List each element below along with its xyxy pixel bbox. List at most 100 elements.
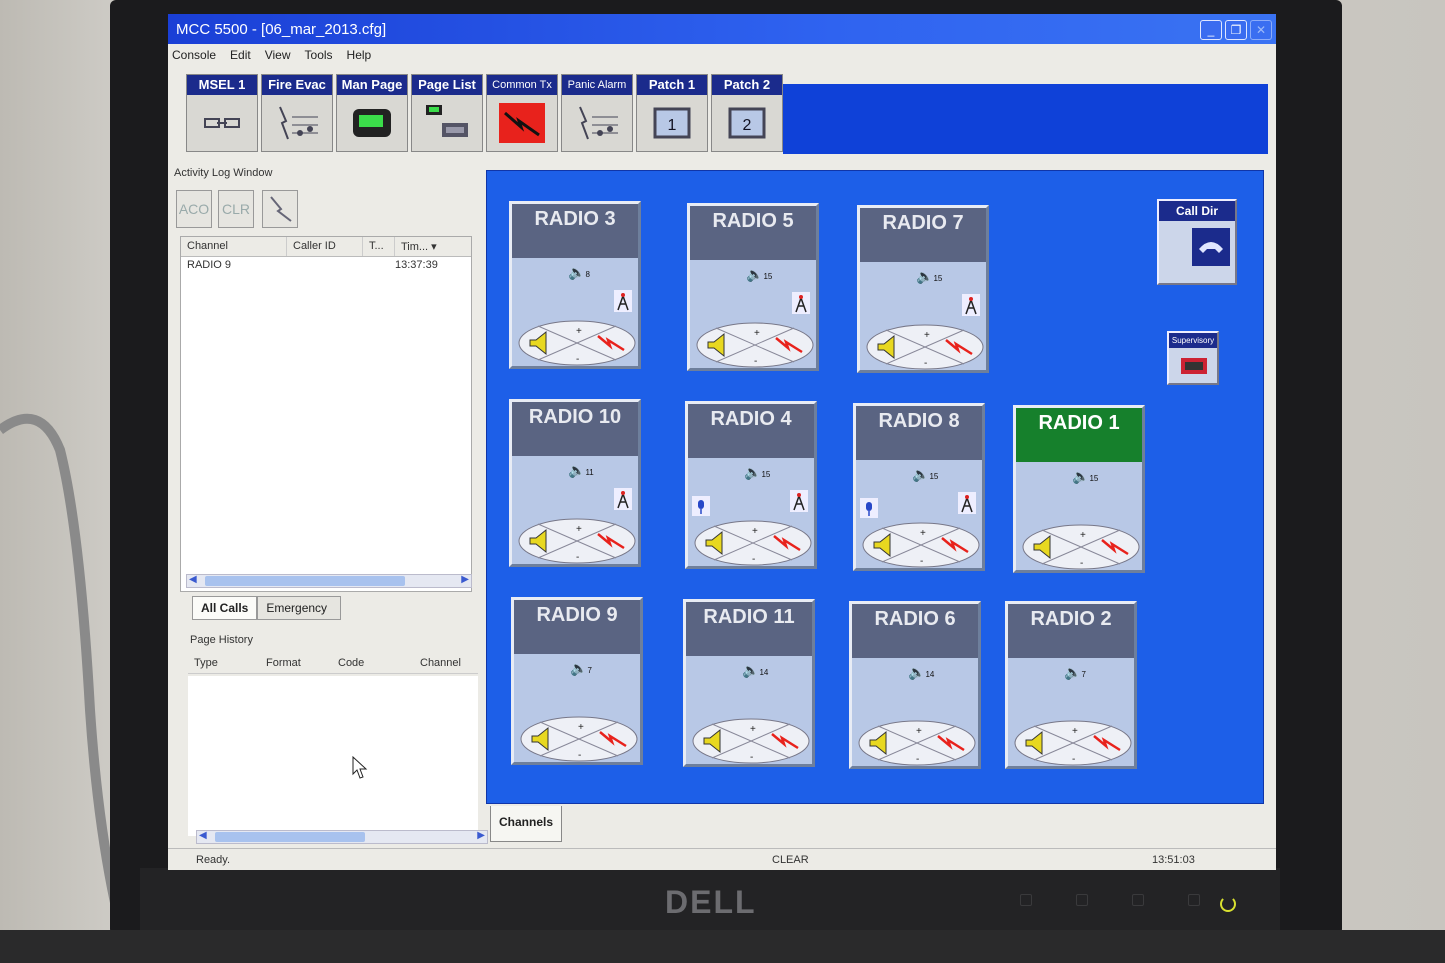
radio-tile-radio-3[interactable]: RADIO 3 🔈8 + -: [509, 201, 641, 369]
volume-indicator[interactable]: 🔈15: [916, 268, 942, 285]
scroll-left-icon[interactable]: ◀: [199, 830, 207, 841]
volume-level: 15: [933, 274, 943, 283]
page-history-header: Type Format Code Channel: [188, 654, 478, 674]
radio-tower-icon[interactable]: [792, 292, 810, 314]
radio-tile-radio-5[interactable]: RADIO 5 🔈15 + -: [687, 203, 819, 371]
restore-button[interactable]: ❐: [1225, 20, 1247, 40]
menu-help[interactable]: Help: [347, 48, 372, 66]
svg-text:-: -: [916, 754, 919, 765]
radio-control-oval[interactable]: +-: [866, 324, 984, 370]
tab-emergency[interactable]: Emergency: [257, 596, 342, 620]
column-time[interactable]: Tim... ▾: [395, 237, 471, 256]
microphone-icon[interactable]: [860, 498, 878, 518]
call-dir-button[interactable]: Call Dir: [1157, 199, 1237, 285]
volume-indicator[interactable]: 🔈8: [568, 264, 590, 281]
column-format[interactable]: Format: [260, 654, 332, 673]
radio-control-oval[interactable]: +-: [694, 520, 812, 566]
page-list-icon: [426, 105, 468, 137]
radio-control-oval[interactable]: +-: [862, 522, 980, 568]
radio-control-oval[interactable]: +-: [518, 518, 636, 564]
radio-tile-radio-7[interactable]: RADIO 7 🔈15 + -: [857, 205, 989, 373]
column-type[interactable]: Type: [188, 654, 260, 673]
radio-tower-icon[interactable]: [962, 294, 980, 316]
monitor-button[interactable]: [1076, 894, 1088, 906]
column-channel[interactable]: Channel: [414, 654, 478, 673]
table-row[interactable]: RADIO 9 13:37:39: [181, 257, 471, 273]
monitor-button[interactable]: [1132, 894, 1144, 906]
scroll-right-icon[interactable]: ▶: [477, 830, 485, 841]
radio-tile-radio-1[interactable]: RADIO 1 🔈15 + -: [1013, 405, 1145, 573]
radio-tile-radio-6[interactable]: RADIO 6 🔈14 + -: [849, 601, 981, 769]
radio-tile-radio-8[interactable]: RADIO 8 🔈15 + -: [853, 403, 985, 571]
radio-control-oval[interactable]: +-: [692, 718, 810, 764]
toolbar-button-man-page[interactable]: Man Page: [336, 74, 408, 152]
minimize-button[interactable]: _: [1200, 20, 1222, 40]
radio-control-oval[interactable]: +-: [1014, 720, 1132, 766]
volume-indicator[interactable]: 🔈15: [744, 464, 770, 481]
toolbar-button-fire-evac[interactable]: Fire Evac: [261, 74, 333, 152]
tab-channels[interactable]: Channels: [490, 806, 562, 842]
volume-indicator[interactable]: 🔈7: [570, 660, 592, 677]
microphone-icon[interactable]: [692, 496, 710, 516]
radio-control-oval[interactable]: +-: [520, 716, 638, 762]
column-caller-id[interactable]: Caller ID: [287, 237, 363, 256]
menu-console[interactable]: Console: [172, 48, 216, 66]
scroll-left-icon[interactable]: ◀: [189, 574, 197, 585]
radio-tower-icon[interactable]: [958, 492, 976, 514]
toolbar-button-patch-2[interactable]: Patch 2 2: [711, 74, 783, 152]
volume-indicator[interactable]: 🔈14: [742, 662, 768, 679]
toolbar-button-panic-alarm[interactable]: Panic Alarm: [561, 74, 633, 152]
radio-tower-icon[interactable]: [614, 488, 632, 510]
close-button[interactable]: ✕: [1250, 20, 1272, 40]
volume-indicator[interactable]: 🔈14: [908, 664, 934, 681]
svg-text:-: -: [1080, 558, 1083, 569]
row-caller-id: [287, 259, 363, 273]
radio-control-oval[interactable]: +-: [518, 320, 636, 366]
activity-log-scrollbar[interactable]: ◀ ▶: [186, 574, 472, 588]
radio-tile-radio-9[interactable]: RADIO 9 🔈7 + -: [511, 597, 643, 765]
clr-button[interactable]: CLR: [218, 190, 254, 228]
page-history-scrollbar[interactable]: ◀ ▶: [196, 830, 488, 844]
svg-text:-: -: [752, 554, 755, 565]
menu-edit[interactable]: Edit: [230, 48, 251, 66]
link-icon: [204, 118, 240, 128]
radio-tile-radio-10[interactable]: RADIO 10 🔈11 + -: [509, 399, 641, 567]
radio-control-oval[interactable]: +-: [1022, 524, 1140, 570]
aco-button[interactable]: ACO: [176, 190, 212, 228]
menu-view[interactable]: View: [265, 48, 291, 66]
patch-1-icon: 1: [653, 107, 691, 139]
monitor-button[interactable]: [1020, 894, 1032, 906]
scroll-right-icon[interactable]: ▶: [461, 574, 469, 585]
lightning-button[interactable]: [262, 190, 298, 228]
column-channel[interactable]: Channel: [181, 237, 287, 256]
radio-tower-icon[interactable]: [614, 290, 632, 312]
toolbar-button-page-list[interactable]: Page List: [411, 74, 483, 152]
console-toolbar: MSEL 1 Fire Evac Man Page Page List Common T…: [186, 74, 783, 152]
volume-indicator[interactable]: 🔈15: [1072, 468, 1098, 485]
scroll-thumb[interactable]: [215, 832, 365, 842]
toolbar-button-msel-1[interactable]: MSEL 1: [186, 74, 258, 152]
status-clear: CLEAR: [772, 854, 809, 866]
toolbar-button-patch-1[interactable]: Patch 1 1: [636, 74, 708, 152]
tab-all-calls[interactable]: All Calls: [192, 596, 258, 620]
radio-tile-radio-4[interactable]: RADIO 4 🔈15 + -: [685, 401, 817, 569]
scroll-thumb[interactable]: [205, 576, 405, 586]
menu-tools[interactable]: Tools: [305, 48, 333, 66]
power-icon[interactable]: [1220, 896, 1236, 912]
volume-indicator[interactable]: 🔈15: [912, 466, 938, 483]
column-type[interactable]: T...: [363, 237, 395, 256]
speaker-icon: 🔈: [908, 664, 926, 680]
radio-tile-radio-11[interactable]: RADIO 11 🔈14 + -: [683, 599, 815, 767]
volume-indicator[interactable]: 🔈15: [746, 266, 772, 283]
radio-control-oval[interactable]: +-: [858, 720, 976, 766]
toolbar-button-common-tx[interactable]: Common Tx: [486, 74, 558, 152]
radio-tile-radio-2[interactable]: RADIO 2 🔈7 + -: [1005, 601, 1137, 769]
speaker-icon: 🔈: [746, 266, 764, 282]
radio-control-oval[interactable]: +-: [696, 322, 814, 368]
monitor-button[interactable]: [1188, 894, 1200, 906]
radio-tower-icon[interactable]: [790, 490, 808, 512]
volume-indicator[interactable]: 🔈11: [568, 462, 594, 479]
supervisory-button[interactable]: Supervisory: [1167, 331, 1219, 385]
volume-indicator[interactable]: 🔈7: [1064, 664, 1086, 681]
column-code[interactable]: Code: [332, 654, 414, 673]
